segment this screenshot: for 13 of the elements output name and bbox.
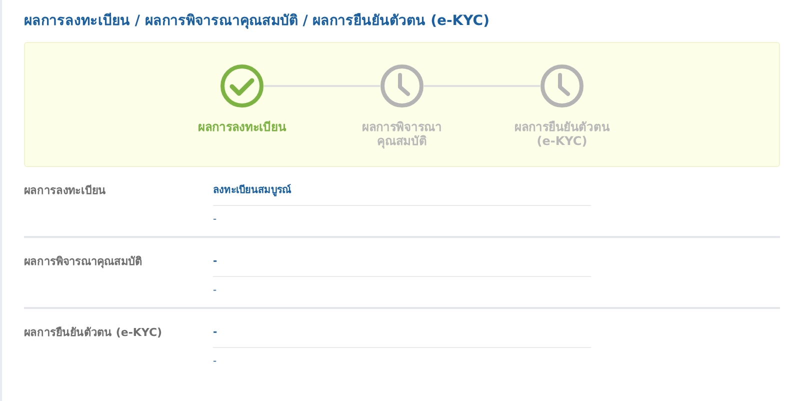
page-title: ผลการลงทะเบียน / ผลการพิจารณาคุณสมบัติ / ผลการยืนยันตัวตน (e-KYC) — [24, 12, 490, 31]
step-label: ผลการพิจารณา คุณสมบัติ — [362, 120, 442, 148]
result-value: - — [213, 254, 591, 277]
step-label: ผลการลงทะเบียน — [198, 120, 286, 134]
result-note: - — [213, 213, 218, 227]
result-value: - — [213, 325, 591, 348]
result-label: ผลการพิจารณาคุณสมบัติ — [24, 254, 143, 270]
result-label: ผลการยืนยันตัวตน (e-KYC) — [24, 325, 164, 341]
result-note: - — [213, 284, 218, 298]
result-label: ผลการลงทะเบียน — [24, 183, 107, 199]
result-value: ลงทะเบียนสมบูรณ์ — [213, 183, 591, 206]
result-note: - — [213, 355, 218, 369]
step-label: ผลการยืนยันตัวตน (e-KYC) — [514, 120, 610, 148]
